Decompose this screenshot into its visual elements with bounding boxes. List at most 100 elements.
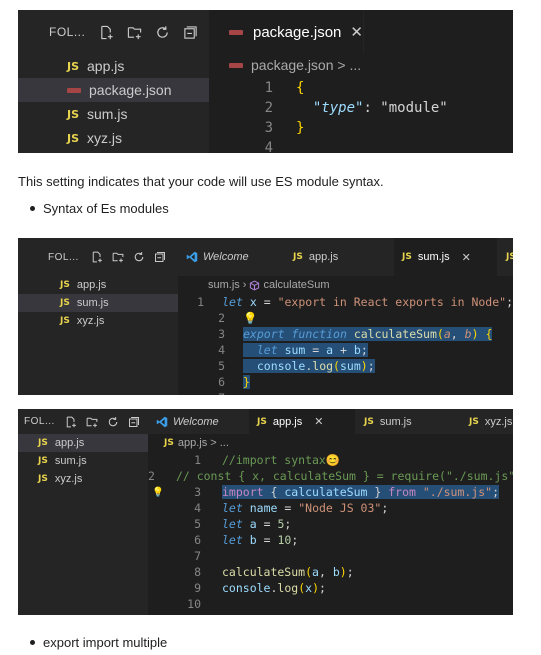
file-item[interactable]: JS app.js: [18, 276, 178, 294]
line-number: 2: [148, 469, 155, 483]
line-number: 6: [194, 533, 201, 547]
tab-sum-js[interactable]: JS sum.js: [356, 409, 461, 434]
code-line[interactable]: 5 let a = 5;: [148, 516, 513, 532]
code-editor[interactable]: 1 //import syntax😊 2 // const { x, calculat…: [148, 452, 513, 612]
code-text: let b = 10;: [222, 533, 299, 547]
tab-label: Welcome: [173, 415, 219, 428]
close-icon[interactable]: ✕: [314, 415, 323, 428]
new-file-icon[interactable]: [91, 251, 103, 263]
collapse-all-icon[interactable]: [183, 25, 198, 40]
new-file-icon[interactable]: [65, 416, 77, 428]
code-line[interactable]: 6 let b = 10;: [148, 532, 513, 548]
tab-xyz-js[interactable]: JSxyz.js: [461, 409, 513, 434]
line-number: 8: [194, 565, 201, 579]
code-line[interactable]: 9 console.log(x);: [148, 580, 513, 596]
lightbulb-icon[interactable]: 💡: [148, 487, 168, 498]
file-name: sum.js: [54, 455, 87, 467]
tab-bar: Welcome JS app.js JS sum.js ✕ JSxyz.js: [178, 238, 513, 276]
file-name: app.js: [54, 437, 85, 449]
new-folder-icon[interactable]: [86, 416, 98, 428]
line-number: 4: [218, 343, 225, 357]
explorer-panel: FOL... JS app.js package.json JS sum.js JS xyz…: [18, 10, 209, 153]
bullet-dot: [30, 640, 35, 645]
collapse-all-icon[interactable]: [154, 251, 166, 263]
js-file-icon: JS: [293, 252, 303, 262]
breadcrumb: package.json > ...: [219, 54, 513, 76]
code-line[interactable]: 10: [148, 596, 513, 612]
js-file-icon: JS: [506, 252, 513, 262]
code-line[interactable]: 6}: [178, 374, 513, 390]
code-text: //import syntax😊: [222, 453, 341, 467]
code-text: calculateSum(a, b);: [222, 565, 354, 579]
js-file-icon: JS: [164, 438, 174, 448]
new-folder-icon[interactable]: [112, 251, 124, 263]
new-file-icon[interactable]: [99, 25, 114, 40]
tab-sum-js[interactable]: JS sum.js ✕: [394, 238, 498, 276]
code-line[interactable]: 7: [148, 548, 513, 564]
file-item[interactable]: package.json: [18, 78, 209, 102]
code-line[interactable]: 3}: [219, 118, 513, 138]
file-item[interactable]: JS app.js: [18, 434, 148, 452]
file-name: xyz.js: [76, 315, 105, 327]
file-item[interactable]: JS xyz.js: [18, 312, 178, 330]
code-editor[interactable]: 1 let x = "export in React exports in Nod…: [178, 294, 513, 395]
line-number: 7: [194, 549, 201, 563]
code-line[interactable]: 4: [219, 138, 513, 153]
json-file-icon: [229, 62, 243, 68]
tab-app-js[interactable]: JS app.js ✕: [249, 409, 356, 434]
file-item[interactable]: JS sum.js: [18, 452, 148, 470]
file-item[interactable]: JS app.js: [18, 54, 209, 78]
code-line[interactable]: 2 // const { x, calculateSum } = require(…: [148, 468, 513, 484]
collapse-all-icon[interactable]: [128, 416, 140, 428]
code-text: // const { x, calculateSum } = require("…: [175, 469, 513, 483]
refresh-icon[interactable]: [133, 251, 145, 263]
new-folder-icon[interactable]: [127, 25, 142, 40]
code-line[interactable]: 💡 3 import { calculateSum } from "./sum.js…: [148, 484, 513, 500]
line-number: 3: [264, 120, 273, 136]
code-line[interactable]: 7: [178, 390, 513, 395]
code-text: }: [296, 120, 305, 136]
line-number: 1: [194, 453, 201, 467]
line-number: 5: [218, 359, 225, 373]
bullet-export-import: export import multiple: [30, 635, 167, 650]
tab-xyz-js[interactable]: JSxyz.js: [498, 238, 513, 276]
file-name: app.js: [87, 58, 125, 74]
code-line[interactable]: 1{: [219, 78, 513, 98]
tab-app-js[interactable]: JS app.js: [285, 238, 394, 276]
file-list: JS app.js JS sum.js JS xyz.js: [18, 434, 148, 488]
code-line[interactable]: 4 let name = "Node JS 03";: [148, 500, 513, 516]
code-line[interactable]: 8 calculateSum(a, b);: [148, 564, 513, 580]
file-name: package.json: [89, 82, 172, 98]
file-item[interactable]: JS sum.js: [18, 294, 178, 312]
code-line[interactable]: 3 export function calculateSum(a, b) {: [178, 326, 513, 342]
tab-welcome[interactable]: Welcome: [178, 238, 285, 276]
close-icon[interactable]: ✕: [350, 23, 363, 41]
close-icon[interactable]: ✕: [462, 251, 471, 264]
code-editor[interactable]: 1{2 "type": "module" 3} 4: [219, 78, 513, 153]
editor-area: package.json ✕ package.json > ... 1{2 "t…: [219, 10, 513, 153]
file-item[interactable]: JS xyz.js: [18, 470, 148, 488]
explorer-panel: FOL... JS app.js JS sum.js JS xyz.js: [18, 238, 178, 395]
code-line[interactable]: 2 "type": "module": [219, 98, 513, 118]
code-line[interactable]: 4 let sum = a + b;: [178, 342, 513, 358]
vscode-icon: [186, 251, 198, 263]
code-line[interactable]: 5 console.log(sum);: [178, 358, 513, 374]
refresh-icon[interactable]: [107, 416, 119, 428]
code-text: let x = "export in React exports in Node…: [222, 295, 513, 309]
tab-package-json[interactable]: package.json ✕: [219, 10, 364, 54]
code-line[interactable]: 1 //import syntax😊: [148, 452, 513, 468]
code-text: import { calculateSum } from "./sum.js";: [222, 485, 500, 499]
line-number: 10: [187, 597, 201, 611]
screenshot-app-js: FOL... JS app.js JS sum.js JS xyz.js Welcome J…: [18, 409, 513, 615]
code-text: {: [296, 80, 305, 96]
breadcrumb: JS app.js > ...: [164, 437, 229, 449]
file-item[interactable]: JS sum.js: [18, 102, 209, 126]
line-number: 6: [218, 375, 225, 389]
refresh-icon[interactable]: [155, 25, 170, 40]
tab-bar: Welcome JS app.js ✕ JS sum.js JS xyz.js: [148, 409, 513, 434]
tab-welcome[interactable]: Welcome: [148, 409, 249, 434]
file-item[interactable]: JS xyz.js: [18, 126, 209, 150]
explorer-panel: FOL... JS app.js JS sum.js JS xyz.js: [18, 409, 148, 615]
code-line[interactable]: 1 let x = "export in React exports in Nod…: [178, 294, 513, 310]
code-line[interactable]: 2 💡: [178, 310, 513, 326]
